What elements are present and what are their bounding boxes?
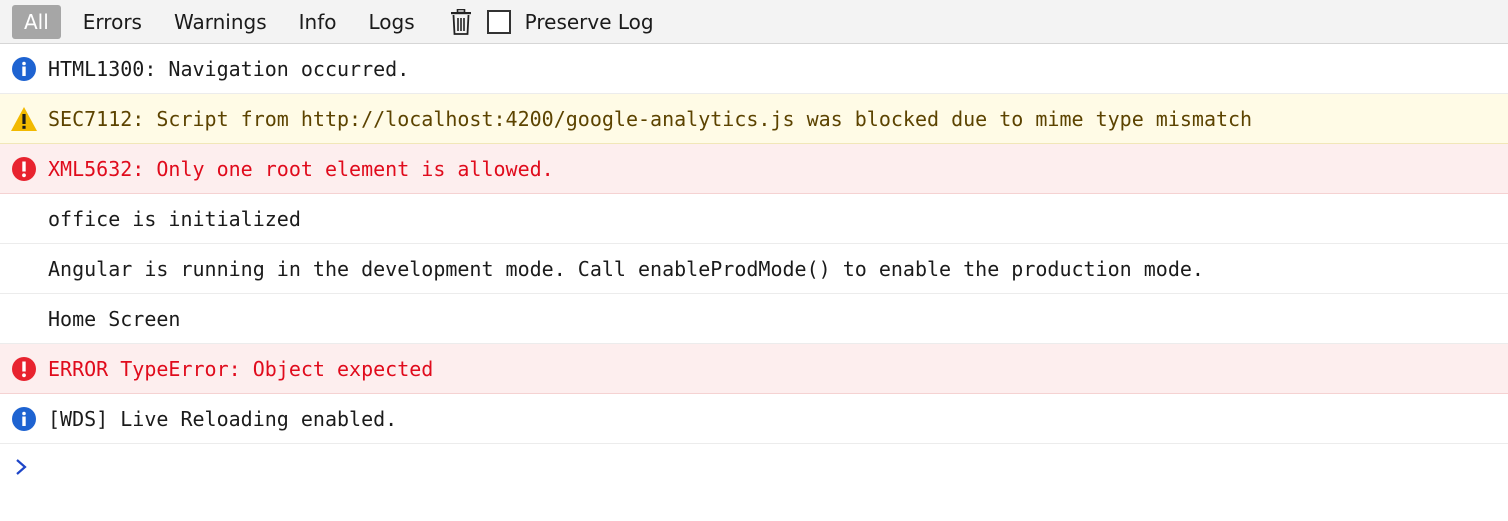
filter-info-button[interactable]: Info (283, 5, 353, 39)
preserve-log-toggle[interactable]: Preserve Log (486, 9, 654, 34)
message-text: HTML1300: Navigation occurred. (48, 56, 410, 81)
preserve-log-checkbox[interactable] (486, 9, 511, 34)
chevron-right-icon (14, 457, 28, 481)
message-text: Angular is running in the development mo… (48, 256, 1204, 281)
filter-all-button[interactable]: All (12, 4, 61, 39)
message-text: [WDS] Live Reloading enabled. (48, 406, 398, 431)
filter-warnings-button[interactable]: Warnings (158, 5, 283, 39)
console-input-prompt[interactable] (0, 444, 1508, 494)
error-icon (0, 344, 48, 393)
console-message-error: ERROR TypeError: Object expected (0, 344, 1508, 394)
filter-errors-button[interactable]: Errors (67, 5, 158, 39)
console-message-warning: SEC7112: Script from http://localhost:42… (0, 94, 1508, 144)
message-text: office is initialized (48, 206, 301, 231)
console-message-error: XML5632: Only one root element is allowe… (0, 144, 1508, 194)
console-message-log: Angular is running in the development mo… (0, 244, 1508, 294)
info-icon (0, 394, 48, 443)
console-toolbar: All Errors Warnings Info Logs Preserve L… (0, 0, 1508, 44)
console-message-log: office is initialized (0, 194, 1508, 244)
message-text: Home Screen (48, 306, 181, 331)
filter-logs-button[interactable]: Logs (352, 5, 430, 39)
console-message-info: HTML1300: Navigation occurred. (0, 44, 1508, 94)
console-message-log: Home Screen (0, 294, 1508, 344)
message-text: XML5632: Only one root element is allowe… (48, 156, 554, 181)
warning-icon (0, 94, 48, 143)
trash-icon[interactable] (449, 7, 473, 37)
preserve-log-label: Preserve Log (524, 9, 654, 34)
console-message-info: [WDS] Live Reloading enabled. (0, 394, 1508, 444)
error-icon (0, 144, 48, 193)
console-output: HTML1300: Navigation occurred. SEC7112: … (0, 44, 1508, 494)
message-text: SEC7112: Script from http://localhost:42… (48, 106, 1253, 131)
info-icon (0, 44, 48, 93)
message-text: ERROR TypeError: Object expected (48, 356, 434, 381)
